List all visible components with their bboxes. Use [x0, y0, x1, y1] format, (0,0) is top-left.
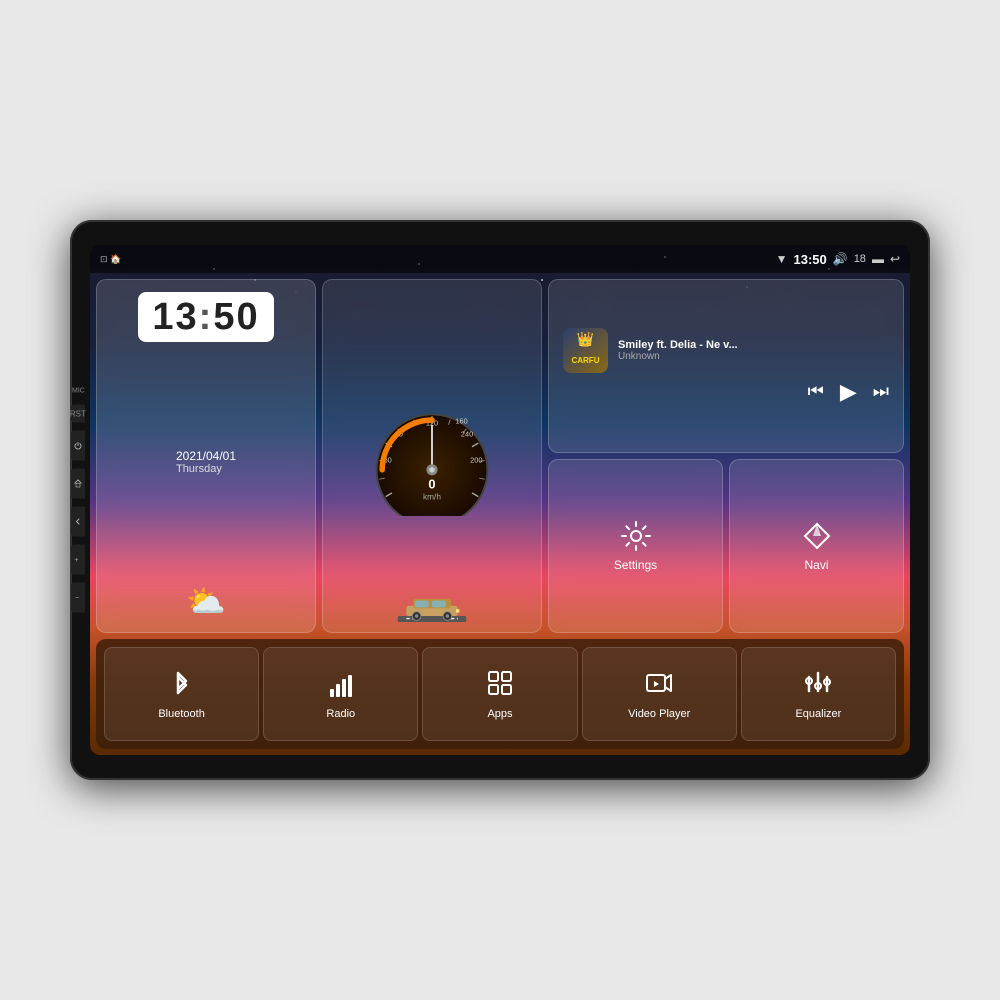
svg-text:−: − — [75, 595, 79, 602]
status-left: ⊡ 🏠 — [100, 254, 121, 265]
equalizer-label: Equalizer — [795, 708, 841, 720]
navi-icon — [801, 520, 833, 552]
settings-button[interactable]: Settings — [548, 459, 723, 633]
vol-down-button[interactable]: − — [71, 583, 85, 613]
apps-button[interactable]: Apps — [422, 647, 577, 741]
clock-minutes: 50 — [213, 296, 259, 338]
date-display: 2021/04/01 — [176, 449, 236, 463]
right-panel: 👑 CARFU Smiley ft. Delia - Ne v... Unkno… — [548, 279, 904, 633]
battery-icon: ▬ — [872, 252, 884, 266]
volume-icon: 🔊 — [833, 252, 848, 266]
clock-colon: : — [199, 296, 214, 338]
svg-text:km/h: km/h — [423, 491, 441, 501]
video-label: Video Player — [628, 708, 690, 720]
settings-icon — [620, 520, 652, 552]
screen: ⊡ 🏠 ▼ 13:50 🔊 18 ▬ ↩ 13:50 — [90, 245, 910, 755]
power-button[interactable] — [71, 431, 85, 461]
music-title: Smiley ft. Delia - Ne v... — [618, 339, 889, 351]
home-side-button[interactable] — [71, 469, 85, 499]
back-icon: ↩ — [890, 252, 900, 266]
svg-text:160: 160 — [455, 417, 467, 426]
prev-button[interactable]: ⏮ — [808, 381, 824, 402]
equalizer-icon — [804, 669, 832, 702]
apps-icon — [486, 669, 514, 702]
svg-text:240: 240 — [461, 430, 473, 439]
status-icons-left: ⊡ 🏠 — [100, 254, 121, 265]
apps-label: Apps — [487, 708, 512, 720]
rst-label: RST — [70, 409, 86, 418]
speed-widget[interactable]: 60 80 120 160 200 240 0 — [322, 279, 542, 633]
music-info: Smiley ft. Delia - Ne v... Unknown — [618, 339, 889, 362]
play-button[interactable]: ▶ — [840, 379, 857, 405]
radio-button[interactable]: Radio — [263, 647, 418, 741]
clock-widget[interactable]: 13:50 2021/04/01 Thursday ⛅ — [96, 279, 316, 633]
vol-up-button[interactable]: + — [71, 545, 85, 575]
back-side-button[interactable] — [71, 507, 85, 537]
bluetooth-icon — [168, 669, 196, 702]
music-artist: Unknown — [618, 351, 889, 362]
car-icon — [397, 592, 467, 622]
next-button[interactable]: ⏭ — [873, 381, 889, 402]
svg-text:200: 200 — [470, 455, 482, 464]
wifi-icon: ▼ — [776, 252, 788, 266]
radio-label: Radio — [326, 708, 355, 720]
status-bar: ⊡ 🏠 ▼ 13:50 🔊 18 ▬ ↩ — [90, 245, 910, 273]
music-controls: ⏮ ▶ ⏭ — [563, 379, 889, 405]
speedometer-svg: 60 80 120 160 200 240 0 — [352, 396, 512, 516]
bottom-bar: Bluetooth Radio — [96, 639, 904, 749]
weather-icon: ⛅ — [186, 582, 226, 620]
mic-label: MIC — [68, 388, 85, 395]
settings-navi-row: Settings Navi — [548, 459, 904, 633]
bluetooth-label: Bluetooth — [158, 708, 204, 720]
day-display: Thursday — [176, 463, 236, 475]
rst-button[interactable]: RST — [71, 405, 85, 423]
main-content: 13:50 2021/04/01 Thursday ⛅ — [90, 273, 910, 755]
svg-text:0: 0 — [428, 476, 435, 491]
radio-icon — [327, 669, 355, 702]
video-player-button[interactable]: Video Player — [582, 647, 737, 741]
clock-display: 13:50 — [138, 292, 273, 342]
video-icon — [645, 669, 673, 702]
side-buttons: MIC RST + − — [68, 388, 85, 613]
album-logo: CARFU — [572, 356, 600, 365]
navi-button[interactable]: Navi — [729, 459, 904, 633]
settings-label: Settings — [614, 558, 657, 572]
crown-icon: 👑 — [577, 331, 594, 348]
bluetooth-button[interactable]: Bluetooth — [104, 647, 259, 741]
music-widget[interactable]: 👑 CARFU Smiley ft. Delia - Ne v... Unkno… — [548, 279, 904, 453]
clock-hours: 13 — [152, 296, 198, 338]
status-time: 13:50 — [793, 252, 826, 267]
svg-text:+: + — [74, 557, 78, 564]
equalizer-button[interactable]: Equalizer — [741, 647, 896, 741]
volume-value: 18 — [854, 253, 866, 265]
navi-label: Navi — [804, 558, 828, 572]
device: MIC RST + − — [70, 220, 930, 780]
album-art: 👑 CARFU — [563, 328, 608, 373]
status-right: ▼ 13:50 🔊 18 ▬ ↩ — [776, 252, 900, 267]
